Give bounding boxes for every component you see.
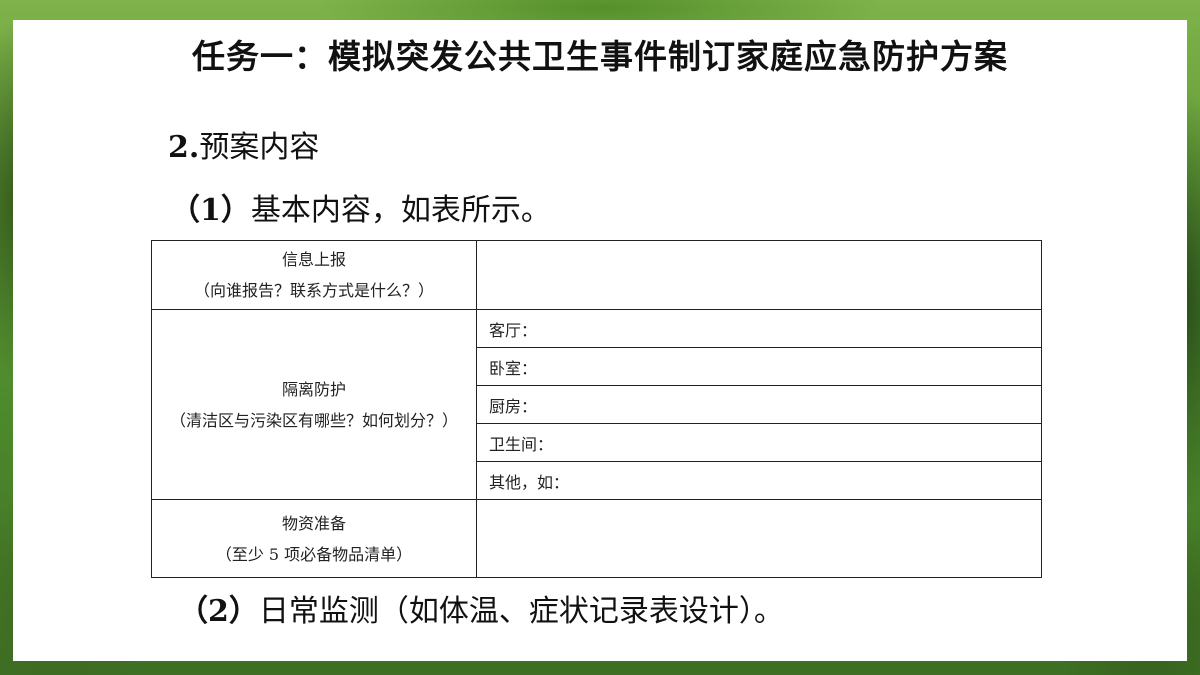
slide-title: 任务一：模拟突发公共卫生事件制订家庭应急防护方案 <box>192 37 1008 76</box>
info-label-cell: 信息上报 （向谁报告？联系方式是什么？） <box>151 240 477 310</box>
isolation-row-bedroom[interactable]: 卧室： <box>476 347 1042 386</box>
supplies-value-cell[interactable] <box>476 499 1042 578</box>
supplies-label: 物资准备 <box>281 513 346 533</box>
subheading-daily-monitoring: （2）日常监测（如体温、症状记录表设计）。 <box>178 586 784 630</box>
isolation-row-living-room[interactable]: 客厅： <box>476 309 1042 348</box>
isolation-row-kitchen[interactable]: 厨房： <box>476 385 1042 424</box>
subheading-text: 日常监测（如体温、症状记录表设计）。 <box>258 594 784 629</box>
isolation-row-other[interactable]: 其他，如： <box>476 461 1042 500</box>
subheading-number: （1） <box>170 193 251 228</box>
isolation-row-bathroom[interactable]: 卫生间： <box>476 423 1042 462</box>
section-number: 2. <box>168 130 200 165</box>
subheading-basic-content: （1）基本内容，如表所示。 <box>170 185 551 229</box>
info-label: 信息上报 <box>281 250 346 269</box>
info-value-cell[interactable] <box>476 240 1042 310</box>
emergency-plan-table: 信息上报 （向谁报告？联系方式是什么？） 隔离防护 （清洁区与污染区有哪些？如何… <box>151 240 1042 578</box>
isolation-hint: （清洁区与污染区有哪些？如何划分？） <box>169 410 458 430</box>
supplies-hint: （至少 5 项必备物品清单） <box>215 544 413 564</box>
table-row-info: 信息上报 （向谁报告？联系方式是什么？） <box>151 240 1042 310</box>
isolation-label: 隔离防护 <box>281 379 346 399</box>
subheading-number: （2） <box>178 594 259 629</box>
section-heading: 2.预案内容 <box>168 122 319 166</box>
isolation-label-cell: 隔离防护 （清洁区与污染区有哪些？如何划分？） <box>151 309 477 500</box>
info-hint: （向谁报告？联系方式是什么？） <box>193 281 434 300</box>
subheading-text: 基本内容，如表所示。 <box>250 193 551 228</box>
table-row-supplies: 物资准备 （至少 5 项必备物品清单） <box>151 499 1042 578</box>
supplies-label-cell: 物资准备 （至少 5 项必备物品清单） <box>151 499 477 578</box>
section-text: 预案内容 <box>199 130 320 165</box>
table-row-isolation: 隔离防护 （清洁区与污染区有哪些？如何划分？） 客厅： <box>151 309 1042 500</box>
